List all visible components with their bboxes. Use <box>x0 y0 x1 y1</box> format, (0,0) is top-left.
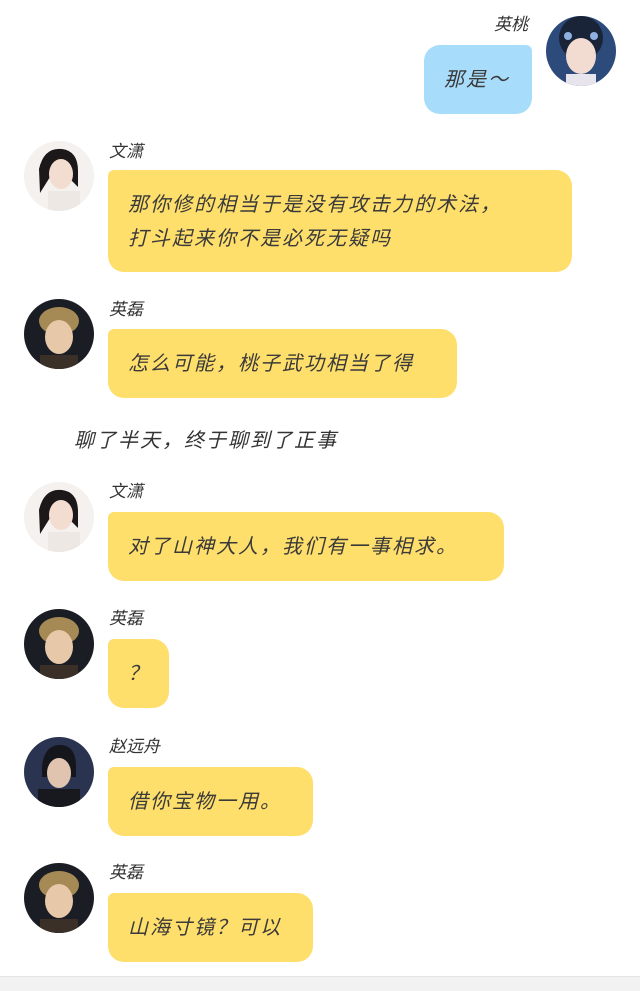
message-bubble[interactable]: ？ <box>108 639 169 708</box>
avatar[interactable] <box>24 609 94 679</box>
sender-name: 文潇 <box>109 142 143 162</box>
message-bubble[interactable]: 那是～ <box>424 45 532 114</box>
sender-name: 英磊 <box>109 609 143 629</box>
message-bubble[interactable]: 对了山神大人，我们有一事相求。 <box>108 512 504 581</box>
sender-name: 英桃 <box>494 15 528 35</box>
avatar[interactable] <box>24 482 94 552</box>
avatar[interactable] <box>24 141 94 211</box>
message-line: 那你修的相当于是没有攻击力的术法， <box>128 192 502 216</box>
sender-name: 英磊 <box>109 863 143 883</box>
message-bubble[interactable]: 怎么可能，桃子武功相当了得 <box>108 329 457 398</box>
avatar[interactable] <box>546 16 616 86</box>
avatar[interactable] <box>24 299 94 369</box>
avatar[interactable] <box>24 737 94 807</box>
avatar[interactable] <box>24 863 94 933</box>
sender-name: 英磊 <box>109 300 143 320</box>
message-bubble[interactable]: 山海寸镜？可以 <box>108 893 313 962</box>
message-bubble[interactable]: 借你宝物一用。 <box>108 767 313 836</box>
narration-text: 聊了半天，终于聊到了正事 <box>74 428 338 452</box>
message-line: 打斗起来你不是必死无疑吗 <box>128 226 392 250</box>
message-bubble[interactable]: 那你修的相当于是没有攻击力的术法， 打斗起来你不是必死无疑吗 <box>108 170 572 272</box>
sender-name: 文潇 <box>109 482 143 502</box>
sender-name: 赵远舟 <box>109 737 160 757</box>
bottom-bar <box>0 976 640 991</box>
